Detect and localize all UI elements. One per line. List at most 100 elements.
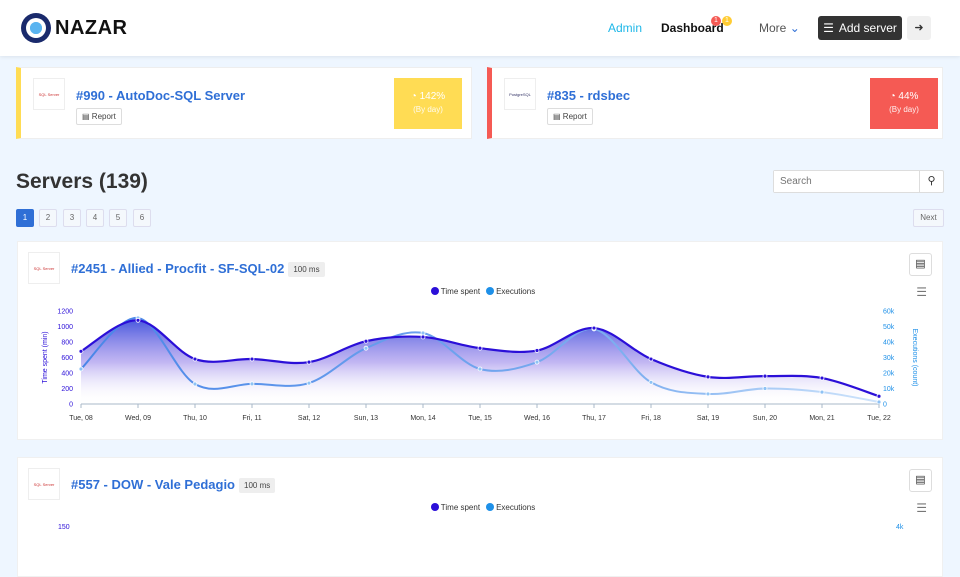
page-2[interactable]: 2 <box>39 209 57 227</box>
time-spent-point-11 <box>705 374 711 380</box>
time-spent-point-10 <box>648 356 654 362</box>
logout-button[interactable]: ➜ <box>907 16 931 40</box>
x-tick-label: Sat, 19 <box>697 415 719 422</box>
time-spent-point-14 <box>876 393 882 399</box>
executions-point-4 <box>306 380 312 386</box>
x-tick-label: Mon, 21 <box>809 415 834 422</box>
top-server-card: PostgreSQL #835 - rdsbec ▤ Report ◔ 44% (… <box>487 67 943 139</box>
time-spent-point-13 <box>819 375 825 381</box>
add-server-button[interactable]: ☰ Add server <box>818 16 902 40</box>
sign-out-icon: ➜ <box>914 22 924 34</box>
x-tick-label: Wed, 09 <box>125 415 151 422</box>
stat-value: 44% <box>898 91 919 102</box>
executions-point-8 <box>534 359 540 365</box>
clock-icon: ◔ <box>410 91 417 102</box>
usage-stat: ◔ 44% (By day) <box>870 78 938 129</box>
executions-point-5 <box>363 345 369 351</box>
time-spent-point-4 <box>306 359 312 365</box>
y2-tick-label: 10k <box>883 386 895 393</box>
x-tick-label: Tue, 22 <box>867 415 891 422</box>
sqlserver-logo: SQL Server <box>28 468 60 500</box>
nav-more-label: More <box>759 21 787 35</box>
time-spent-point-0 <box>78 348 84 354</box>
brand-name: NAZAR <box>55 16 128 39</box>
stat-period: (By day) <box>889 105 919 114</box>
search-icon[interactable]: ⚲ <box>919 171 943 192</box>
x-tick-label: Tue, 08 <box>69 415 93 422</box>
server-icon: ☰ <box>823 21 834 35</box>
server-card: SQL Server #2451 - Allied - Procfit - SF… <box>17 241 943 440</box>
page-5[interactable]: 5 <box>109 209 127 227</box>
x-tick-label: Sat, 12 <box>298 415 320 422</box>
time-spent-point-7 <box>477 345 483 351</box>
top-server-card: SQL Server #990 - AutoDoc-SQL Server ▤ R… <box>16 67 472 139</box>
time-executions-chart: Tue, 08 Wed, 09 Thu, 10 Fri, 11 Sat, 12 Sun, … <box>42 309 918 423</box>
server-title-link[interactable]: #990 - AutoDoc-SQL Server <box>76 88 245 103</box>
y-tick-label: 1000 <box>57 324 73 331</box>
usage-stat: ◔ 142% (By day) <box>394 78 462 129</box>
y2-tick-label: 50k <box>883 324 895 331</box>
report-label: Report <box>91 112 116 121</box>
notification-badge-red: 1 <box>711 16 721 26</box>
x-tick-label: Mon, 14 <box>410 415 435 422</box>
server-title-link[interactable]: #557 - DOW - Vale Pedagio <box>71 477 235 492</box>
search-input[interactable] <box>774 171 920 192</box>
x-tick-label: Fri, 11 <box>242 415 261 422</box>
nav-admin[interactable]: Admin <box>608 21 642 35</box>
page-6[interactable]: 6 <box>133 209 151 227</box>
latency-badge: 100 ms <box>239 478 276 494</box>
report-label: Report <box>562 112 587 121</box>
sqlserver-logo: SQL Server <box>33 78 65 110</box>
table-view-button[interactable]: ▤ <box>909 469 932 492</box>
y2-tick-label: 40k <box>883 340 895 347</box>
legend-exec[interactable]: Executions <box>496 503 535 512</box>
eye-logo-icon <box>21 13 51 43</box>
x-tick-label: Tue, 15 <box>468 415 492 422</box>
server-title-link[interactable]: #835 - rdsbec <box>547 88 630 103</box>
add-server-label: Add server <box>838 21 897 35</box>
top-navbar: NAZAR Admin Dashboard 1 1 More ⌄ ☰ Add se… <box>0 0 960 56</box>
executions-point-14 <box>876 399 882 405</box>
executions-point-10 <box>648 379 654 385</box>
report-button[interactable]: ▤ Report <box>547 108 593 125</box>
executions-point-2 <box>192 381 198 387</box>
postgresql-logo: PostgreSQL <box>504 78 536 110</box>
time-spent-point-3 <box>249 356 255 362</box>
nav-more[interactable]: More ⌄ <box>759 21 800 35</box>
table-icon: ▤ <box>915 474 926 486</box>
page-1[interactable]: 1 <box>16 209 34 227</box>
y2-tick-label: 30k <box>883 355 895 362</box>
chevron-down-icon: ⌄ <box>789 21 800 35</box>
time-spent-point-9 <box>591 325 597 331</box>
report-button[interactable]: ▤ Report <box>76 108 122 125</box>
y2-tick-label: 20k <box>883 371 895 378</box>
executions-point-7 <box>477 366 483 372</box>
next-page-button[interactable]: Next <box>913 209 944 227</box>
legend-time[interactable]: Time spent <box>441 503 480 512</box>
page-4[interactable]: 4 <box>86 209 104 227</box>
time-spent-point-1 <box>135 317 141 323</box>
y2-axis-title: Executions (count) <box>911 329 918 387</box>
executions-point-3 <box>249 381 255 387</box>
server-card: SQL Server #557 - DOW - Vale Pedagio 100 … <box>17 457 943 577</box>
page-title: Servers (139) <box>16 170 148 193</box>
stat-value: 142% <box>419 91 446 102</box>
x-tick-label: Sun, 13 <box>354 415 378 422</box>
y-tick-label: 400 <box>61 371 73 378</box>
y2-tick-label: 0 <box>883 402 887 409</box>
x-tick-label: Wed, 16 <box>524 415 550 422</box>
time-spent-point-2 <box>192 356 198 362</box>
clock-icon: ◔ <box>889 91 896 102</box>
y-tick-label: 600 <box>61 355 73 362</box>
executions-point-13 <box>819 389 825 395</box>
notification-badge-yellow: 1 <box>722 16 732 26</box>
y-axis-title: Time spent (min) <box>42 331 49 383</box>
legend-marker-exec <box>486 503 495 512</box>
search-box: ⚲ <box>773 170 944 193</box>
table-icon: ▤ <box>82 112 90 121</box>
chart-menu-icon[interactable]: ☰ <box>916 501 927 515</box>
x-tick-label: Thu, 10 <box>183 415 207 422</box>
brand-logo[interactable]: NAZAR <box>21 13 128 43</box>
y2-axis-top-tick: 4k <box>896 524 904 531</box>
page-3[interactable]: 3 <box>63 209 81 227</box>
